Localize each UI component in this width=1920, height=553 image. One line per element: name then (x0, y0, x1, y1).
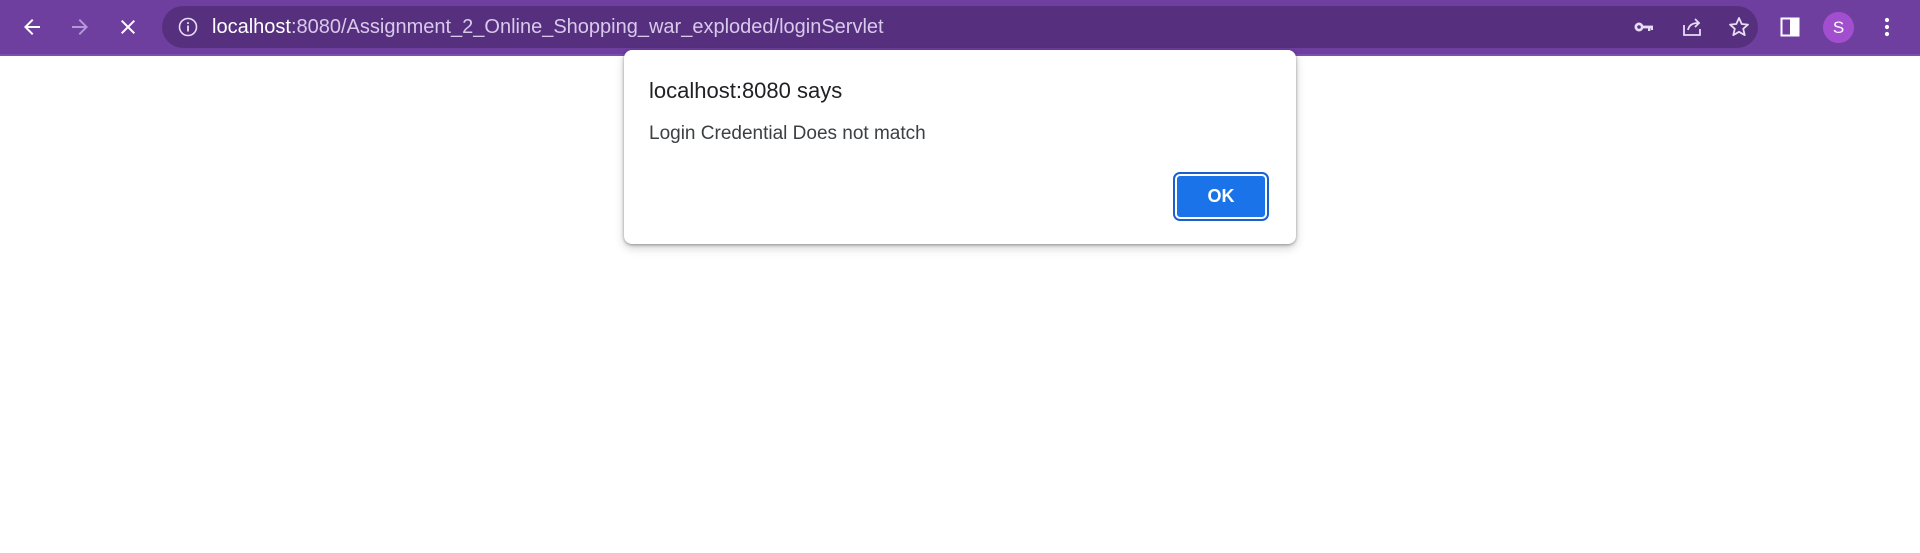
forward-button[interactable] (60, 7, 100, 47)
share-icon (1683, 18, 1701, 36)
close-icon (121, 20, 135, 34)
arrow-left-icon (24, 19, 40, 35)
address-bar[interactable]: localhost:8080/Assignment_2_Online_Shopp… (162, 6, 1758, 48)
stop-button[interactable] (108, 7, 148, 47)
back-button[interactable] (12, 7, 52, 47)
arrow-right-icon (72, 19, 88, 35)
bookmark-button[interactable] (1725, 13, 1753, 41)
key-icon (1634, 22, 1653, 32)
password-button[interactable] (1630, 13, 1658, 41)
dialog-title: localhost:8080 says (649, 78, 843, 103)
dialog-message: Login Credential Does not match (649, 123, 926, 144)
url-path: :8080/Assignment_2_Online_Shopping_war_e… (290, 16, 884, 38)
share-button[interactable] (1678, 13, 1706, 41)
info-icon[interactable] (178, 17, 198, 37)
alert-dialog: localhost:8080 says Login Credential Doe… (624, 50, 1296, 244)
side-panel-button[interactable] (1772, 9, 1808, 45)
url-host: localhost (212, 16, 291, 38)
side-panel-icon (1780, 17, 1800, 37)
browser-toolbar: localhost:8080/Assignment_2_Online_Shopp… (0, 0, 1920, 54)
menu-button[interactable] (1869, 9, 1905, 45)
profile-avatar[interactable]: S (1823, 12, 1854, 43)
kebab-menu-icon (1884, 17, 1890, 37)
star-icon (1729, 17, 1749, 36)
ok-button[interactable]: OK (1173, 172, 1269, 221)
url-text[interactable]: localhost:8080/Assignment_2_Online_Shopp… (212, 6, 884, 48)
